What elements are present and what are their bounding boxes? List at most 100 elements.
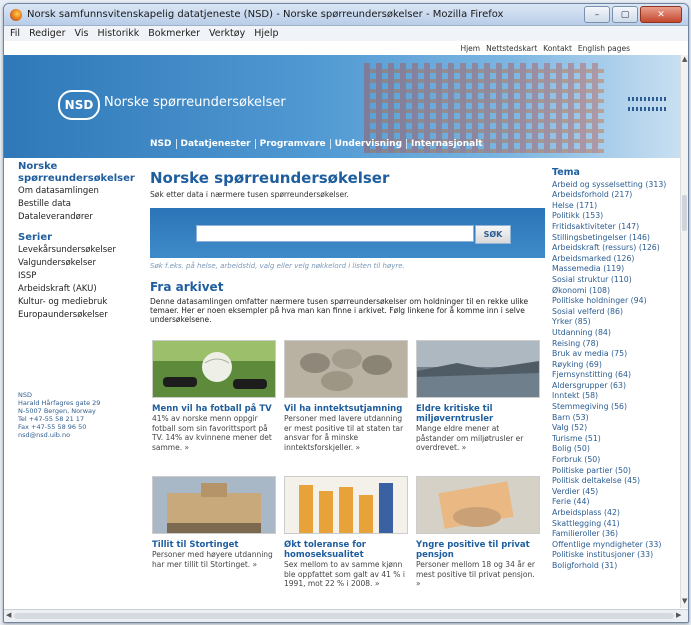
menu-historikk[interactable]: Historikk — [97, 28, 139, 39]
article-title[interactable]: Tillit til Stortinget — [152, 540, 274, 550]
theme-item[interactable]: Bruk av media (75) — [552, 349, 680, 360]
theme-item[interactable]: Inntekt (58) — [552, 391, 680, 402]
theme-item[interactable]: Offentlige myndigheter (33) — [552, 540, 680, 551]
sidebar-item-levekar[interactable]: Levekårsundersøkelser — [18, 244, 138, 257]
sidebar-item-valg[interactable]: Valgundersøkelser — [18, 257, 138, 270]
menu-hjelp[interactable]: Hjelp — [254, 28, 278, 39]
menu-bokmerker[interactable]: Bokmerker — [148, 28, 200, 39]
money-image[interactable] — [416, 476, 540, 534]
nav-nsd[interactable]: NSD — [146, 139, 177, 149]
sidebar-item-dataleverandorer[interactable]: Dataleverandører — [18, 211, 138, 224]
search-input[interactable] — [196, 225, 474, 242]
storting-image[interactable] — [152, 476, 276, 534]
theme-item[interactable]: Familieroller (36) — [552, 529, 680, 540]
scroll-down-icon[interactable]: ▼ — [682, 597, 687, 605]
theme-item[interactable]: Ferie (44) — [552, 497, 680, 508]
theme-item[interactable]: Yrker (85) — [552, 317, 680, 328]
email-link[interactable]: nsd@nsd.uib.no — [18, 431, 100, 439]
theme-item[interactable]: Reising (78) — [552, 339, 680, 350]
nav-internasjonalt[interactable]: Internasjonalt — [407, 139, 487, 149]
theme-item[interactable]: Politiske institusjoner (33) — [552, 550, 680, 561]
menu-rediger[interactable]: Rediger — [29, 28, 65, 39]
theme-item[interactable]: Røyking (69) — [552, 360, 680, 371]
menu-bar: Fil Rediger Vis Historikk Bokmerker Verk… — [4, 26, 688, 42]
theme-item[interactable]: Politiske partier (50) — [552, 466, 680, 477]
article-card[interactable]: Yngre positive til privat pensjon Person… — [416, 476, 540, 589]
theme-item[interactable]: Forbruk (50) — [552, 455, 680, 466]
theme-item[interactable]: Bolig (50) — [552, 444, 680, 455]
theme-item[interactable]: Stillingsbetingelser (146) — [552, 233, 680, 244]
theme-item[interactable]: Fjernsynstitting (64) — [552, 370, 680, 381]
horizontal-scrollbar[interactable]: ◀ ▶ — [4, 609, 688, 622]
close-button[interactable]: ✕ — [640, 6, 682, 23]
theme-item[interactable]: Aldersgrupper (63) — [552, 381, 680, 392]
theme-item[interactable]: Utdanning (84) — [552, 328, 680, 339]
nav-datatjenester[interactable]: Datatjenester — [177, 139, 256, 149]
link-hjem[interactable]: Hjem — [460, 44, 480, 53]
theme-item[interactable]: Politiske holdninger (94) — [552, 296, 680, 307]
coins-image[interactable] — [284, 340, 408, 398]
theme-item[interactable]: Valg (52) — [552, 423, 680, 434]
minimize-button[interactable]: – — [584, 6, 610, 23]
scroll-thumb[interactable] — [14, 613, 674, 619]
theme-item[interactable]: Stemmegiving (56) — [552, 402, 680, 413]
link-kontakt[interactable]: Kontakt — [543, 44, 572, 53]
sidebar-item-bestille[interactable]: Bestille data — [18, 198, 138, 211]
theme-item[interactable]: Politikk (153) — [552, 211, 680, 222]
firefox-icon — [10, 8, 22, 21]
theme-item[interactable]: Barn (53) — [552, 413, 680, 424]
article-title[interactable]: Vil ha inntektsutjamning — [284, 404, 406, 414]
nsd-logo[interactable]: NSD — [58, 90, 100, 120]
article-title[interactable]: Menn vil ha fotball på TV — [152, 404, 274, 414]
sidebar-item-aku[interactable]: Arbeidskraft (AKU) — [18, 283, 138, 296]
theme-item[interactable]: Arbeidsforhold (217) — [552, 190, 680, 201]
theme-item[interactable]: Helse (171) — [552, 201, 680, 212]
article-card[interactable]: Menn vil ha fotball på TV 41% av norske … — [152, 340, 276, 452]
nav-programvare[interactable]: Programvare — [256, 139, 331, 149]
article-card[interactable]: Tillit til Stortinget Personer med høyer… — [152, 476, 276, 569]
theme-item[interactable]: Skattlegging (41) — [552, 519, 680, 530]
article-card[interactable]: Vil ha inntektsutjamning Personer med la… — [284, 340, 408, 452]
page-title: Norske spørreundersøkelser — [150, 169, 390, 187]
theme-item[interactable]: Arbeidsmarked (126) — [552, 254, 680, 265]
theme-item[interactable]: Turisme (51) — [552, 434, 680, 445]
link-nettstedskart[interactable]: Nettstedskart — [486, 44, 537, 53]
article-title[interactable]: Eldre kritiske til miljøverntrusler — [416, 404, 538, 424]
barchart-image[interactable] — [284, 476, 408, 534]
article-title[interactable]: Økt toleranse for homoseksualitet — [284, 540, 406, 560]
theme-item[interactable]: Boligforhold (31) — [552, 561, 680, 572]
theme-item[interactable]: Arbeidskraft (ressurs) (126) — [552, 243, 680, 254]
football-image[interactable] — [152, 340, 276, 398]
theme-item[interactable]: Massemedia (119) — [552, 264, 680, 275]
title-bar: Norsk samfunnsvitenskapelig datatjeneste… — [4, 4, 688, 26]
menu-vis[interactable]: Vis — [75, 28, 89, 39]
search-button[interactable]: SØK — [475, 225, 511, 244]
scroll-thumb[interactable] — [682, 195, 687, 231]
sidebar-item-issp[interactable]: ISSP — [18, 270, 138, 283]
sidebar-heading[interactable]: Norske spørreundersøkelser — [18, 161, 138, 185]
scroll-up-icon[interactable]: ▲ — [682, 55, 687, 63]
theme-item[interactable]: Politisk deltakelse (45) — [552, 476, 680, 487]
theme-item[interactable]: Fritidsaktiviteter (147) — [552, 222, 680, 233]
theme-item[interactable]: Arbeidsplass (42) — [552, 508, 680, 519]
menu-verktoy[interactable]: Verktøy — [209, 28, 245, 39]
theme-item[interactable]: Økonomi (108) — [552, 286, 680, 297]
scroll-left-icon[interactable]: ◀ — [6, 611, 11, 619]
menu-fil[interactable]: Fil — [10, 28, 20, 39]
coast-image[interactable] — [416, 340, 540, 398]
maximize-button[interactable]: ▢ — [612, 6, 638, 23]
scroll-right-icon[interactable]: ▶ — [676, 611, 681, 619]
article-card[interactable]: Økt toleranse for homoseksualitet Sex me… — [284, 476, 408, 589]
sidebar-item-europa[interactable]: Europaundersøkelser — [18, 309, 138, 322]
link-english[interactable]: English pages — [578, 44, 630, 53]
theme-item[interactable]: Arbeid og sysselsetting (313) — [552, 180, 680, 191]
article-title[interactable]: Yngre positive til privat pensjon — [416, 540, 538, 560]
sidebar-item-kultur[interactable]: Kultur- og mediebruk — [18, 296, 138, 309]
theme-item[interactable]: Sosial velferd (86) — [552, 307, 680, 318]
article-card[interactable]: Eldre kritiske til miljøverntrusler Mang… — [416, 340, 540, 453]
sidebar-item-om[interactable]: Om datasamlingen — [18, 185, 138, 198]
vertical-scrollbar[interactable]: ▲ ▼ — [680, 55, 688, 608]
nav-undervisning[interactable]: Undervisning — [331, 139, 408, 149]
theme-item[interactable]: Sosial struktur (110) — [552, 275, 680, 286]
theme-item[interactable]: Verdier (45) — [552, 487, 680, 498]
